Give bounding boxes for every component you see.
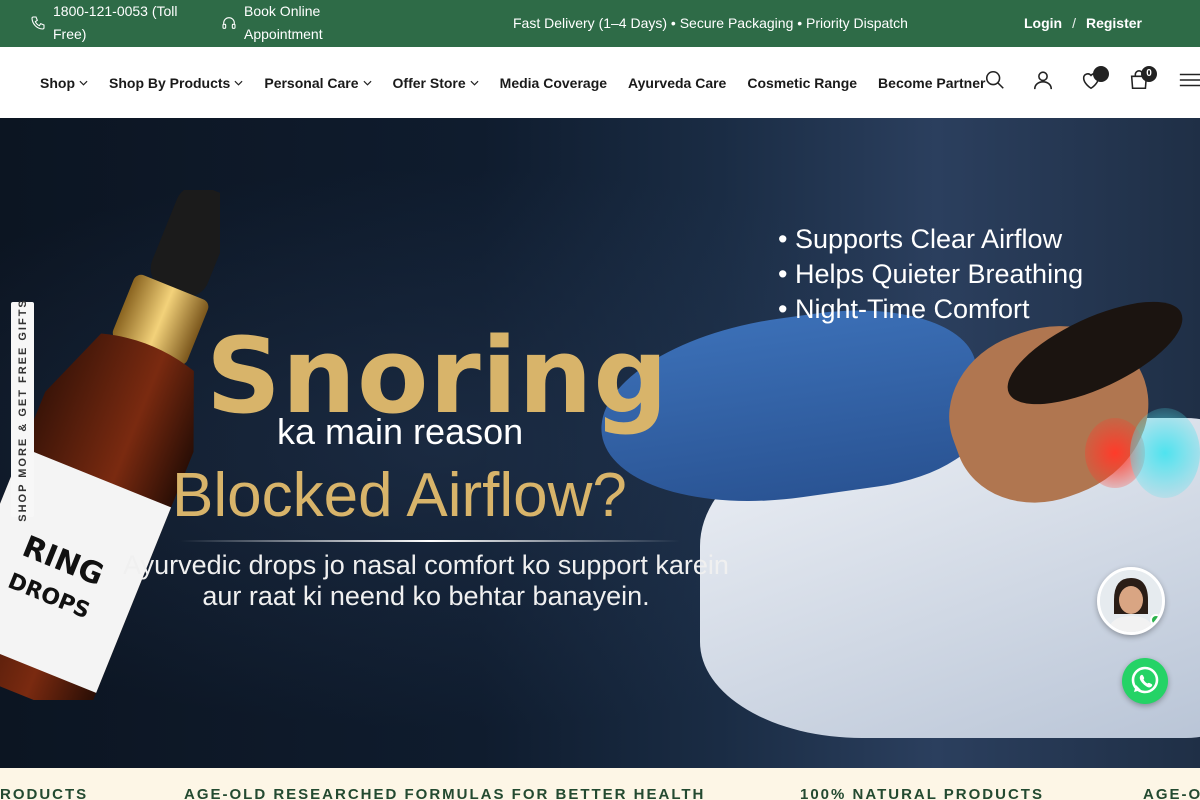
login-link[interactable]: Login: [1024, 15, 1062, 31]
wishlist-badge: [1093, 66, 1109, 82]
marquee-item: AGE-O: [1143, 786, 1200, 800]
benefit-item: • Supports Clear Airflow: [778, 224, 1063, 254]
feature-marquee: RODUCTS AGE-OLD RESEARCHED FORMULAS FOR …: [0, 768, 1200, 800]
hero-subline: ka main reason: [277, 411, 524, 452]
appointment-label: Book Online Appointment: [244, 3, 323, 42]
main-navigation: Shop Shop By Products Personal Care Offer S…: [0, 47, 1200, 118]
nav-item-cosmetic-range[interactable]: Cosmetic Range: [747, 75, 857, 91]
menu-icon[interactable]: [1178, 69, 1200, 91]
chevron-down-icon: [79, 80, 88, 86]
nav-item-media-coverage[interactable]: Media Coverage: [500, 75, 607, 91]
benefit-item: • Night-Time Comfort: [778, 294, 1030, 324]
chevron-down-icon: [470, 80, 479, 86]
nav-item-label: Become Partner: [878, 74, 986, 91]
hero-description-line: Ayurvedic drops jo nasal comfort ko supp…: [123, 550, 729, 580]
marquee-item: AGE-OLD RESEARCHED FORMULAS FOR BETTER H…: [184, 786, 706, 800]
nav-item-shop[interactable]: Shop: [40, 75, 88, 91]
hero-divider: [180, 540, 680, 542]
headset-icon: [222, 17, 236, 29]
phone-number: 1800-121-0053 (Toll Free): [53, 3, 178, 42]
hero-description: Ayurvedic drops jo nasal comfort ko supp…: [96, 550, 756, 612]
hero-question: Blocked Airflow?: [172, 461, 627, 530]
nav-icons: 0: [984, 66, 1200, 91]
nav-menu: Shop Shop By Products Personal Care Offer S…: [40, 47, 1006, 118]
wishlist-button[interactable]: [1080, 66, 1109, 91]
nav-item-label: Shop: [40, 74, 75, 91]
register-link[interactable]: Register: [1086, 15, 1142, 31]
auth-separator: /: [1072, 15, 1076, 31]
hero-description-line: aur raat ki neend ko behtar banayein.: [202, 581, 650, 611]
chevron-down-icon: [363, 80, 372, 86]
toll-free-phone[interactable]: 1800-121-0053 (Toll Free): [30, 0, 183, 46]
nav-item-offer-store[interactable]: Offer Store: [393, 75, 479, 91]
marquee-item: RODUCTS: [0, 786, 89, 800]
marquee-item: 100% NATURAL PRODUCTS: [800, 786, 1044, 800]
book-appointment-link[interactable]: Book Online Appointment: [221, 0, 334, 46]
benefit-list: • Supports Clear Airflow • Helps Quieter…: [778, 222, 1083, 327]
top-bar: 1800-121-0053 (Toll Free) Book Online Ap…: [0, 0, 1200, 47]
chevron-down-icon: [234, 80, 243, 86]
whatsapp-button[interactable]: [1122, 658, 1168, 704]
chat-agent-avatar[interactable]: [1097, 567, 1165, 635]
nav-item-label: Cosmetic Range: [747, 74, 858, 91]
free-gifts-side-tab[interactable]: SHOP MORE & GET FREE GIFTS: [11, 298, 34, 521]
clear-airflow-highlight: [1130, 408, 1200, 498]
search-icon[interactable]: [984, 69, 1006, 91]
hero-banner[interactable]: RING DROPS • Supports Clear Airflow • He…: [0, 118, 1200, 768]
nav-item-ayurveda-care[interactable]: Ayurveda Care: [628, 75, 726, 91]
online-status-dot: [1150, 614, 1162, 626]
cart-count-badge: 0: [1141, 66, 1157, 82]
delivery-promo: Fast Delivery (1–4 Days) • Secure Packag…: [513, 15, 908, 31]
nav-item-shop-by-products[interactable]: Shop By Products: [109, 75, 243, 91]
nav-item-label: Shop By Products: [109, 74, 231, 91]
whatsapp-icon: [1131, 666, 1159, 694]
phone-icon: [31, 16, 45, 30]
nav-item-become-partner[interactable]: Become Partner: [878, 75, 985, 91]
auth-links: Login / Register: [1024, 0, 1142, 47]
nav-item-label: Ayurveda Care: [628, 74, 727, 91]
nav-item-label: Media Coverage: [499, 74, 608, 91]
nav-item-personal-care[interactable]: Personal Care: [264, 74, 372, 91]
benefit-item: • Helps Quieter Breathing: [778, 259, 1084, 289]
user-icon[interactable]: [1032, 69, 1054, 91]
nav-item-label: Personal Care: [264, 74, 359, 91]
side-tab-label: SHOP MORE & GET FREE GIFTS: [16, 297, 29, 522]
cart-button[interactable]: 0: [1128, 66, 1157, 91]
nav-item-label: Offer Store: [392, 74, 466, 91]
